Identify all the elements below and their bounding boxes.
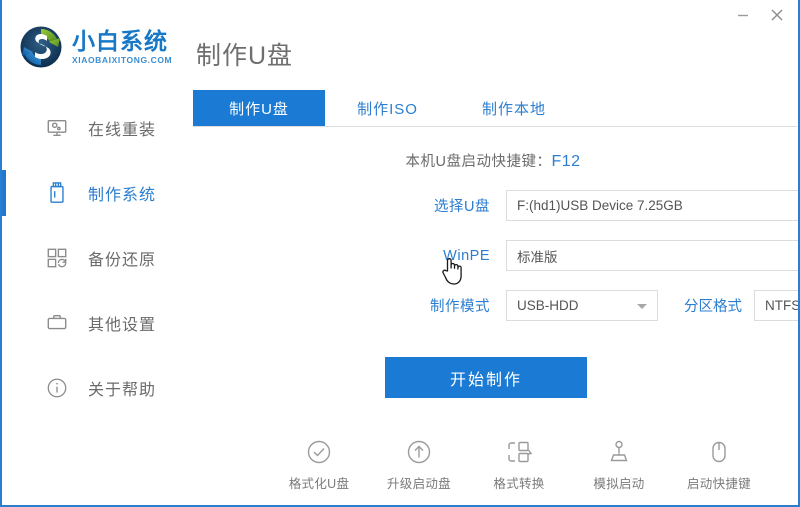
- tab-divider: [193, 126, 797, 127]
- recycle-circle-logo-icon: [16, 22, 66, 72]
- tab-make-iso[interactable]: 制作ISO: [325, 90, 450, 126]
- boot-hotkey-label: 本机U盘启动快捷键：: [405, 154, 552, 170]
- partition-select-value: NTFS: [765, 298, 800, 313]
- toolbox-icon: [44, 310, 70, 336]
- tab-make-local[interactable]: 制作本地: [450, 90, 578, 126]
- sidebar-item-other-settings[interactable]: 其他设置: [2, 290, 188, 355]
- tool-label: 模拟启动: [593, 477, 645, 491]
- tool-label: 格式转换: [493, 477, 545, 491]
- sidebar-item-make-system[interactable]: 制作系统: [2, 160, 188, 225]
- backup-squares-icon: [44, 245, 70, 271]
- main-content: 制作U盘 制作ISO 制作本地 本机U盘启动快捷键：F12 选择U盘 F:(hd…: [188, 0, 798, 505]
- start-make-button[interactable]: 开始制作: [385, 357, 587, 398]
- sidebar-active-indicator: [2, 170, 6, 216]
- sidebar-item-label: 备份还原: [88, 251, 157, 269]
- winpe-select-value: 标准版: [517, 249, 558, 265]
- info-circle-icon: [44, 375, 70, 401]
- format-convert-icon: [504, 437, 534, 467]
- mode-select-value: USB-HDD: [517, 298, 579, 313]
- tool-upgrade-boot-disk[interactable]: 升级启动盘: [384, 437, 454, 492]
- mode-row: 制作模式 USB-HDD 分区格式 NTFS: [420, 290, 800, 321]
- tool-simulate-boot[interactable]: 模拟启动: [584, 437, 654, 492]
- usb-drive-icon: [44, 180, 70, 206]
- tab-bar: 制作U盘 制作ISO 制作本地: [193, 90, 793, 126]
- tab-make-udisk[interactable]: 制作U盘: [193, 90, 325, 126]
- partition-label: 分区格式: [684, 299, 742, 315]
- winpe-row: WinPE 标准版: [420, 240, 798, 271]
- partition-select[interactable]: NTFS: [754, 290, 800, 321]
- bottom-toolbar: 格式化U盘 升级启动盘 格式转换 模拟启动 启动快捷键: [284, 437, 754, 492]
- sidebar-item-label: 在线重装: [88, 121, 157, 139]
- tool-label: 格式化U盘: [288, 477, 350, 491]
- arrow-up-circle-icon: [404, 437, 434, 467]
- check-circle-icon: [304, 437, 334, 467]
- tool-format-udisk[interactable]: 格式化U盘: [284, 437, 354, 492]
- brand-logo: 小白系统 XIAOBAIXITONG.COM: [16, 22, 172, 72]
- udisk-select-value: F:(hd1)USB Device 7.25GB: [517, 198, 683, 213]
- boot-hotkey-value: F12: [551, 153, 581, 170]
- winpe-select[interactable]: 标准版: [506, 240, 798, 271]
- tool-label: 启动快捷键: [686, 477, 751, 491]
- monitor-icon: [44, 115, 70, 141]
- tool-format-convert[interactable]: 格式转换: [484, 437, 554, 492]
- udisk-label: 选择U盘: [434, 199, 490, 215]
- brand-name-cn: 小白系统: [72, 27, 168, 54]
- mode-select[interactable]: USB-HDD: [506, 290, 658, 321]
- sidebar-item-backup-restore[interactable]: 备份还原: [2, 225, 188, 290]
- sidebar-item-label: 制作系统: [88, 186, 157, 204]
- mouse-icon: [704, 437, 734, 467]
- brand-text: 小白系统 XIAOBAIXITONG.COM: [72, 29, 172, 65]
- joystick-icon: [604, 437, 634, 467]
- winpe-label: WinPE: [443, 247, 490, 264]
- sidebar-item-online-reinstall[interactable]: 在线重装: [2, 95, 188, 160]
- boot-hotkey-info: 本机U盘启动快捷键：F12: [188, 150, 798, 171]
- mode-label: 制作模式: [430, 299, 490, 315]
- chevron-down-icon: [637, 303, 647, 309]
- sidebar-item-label: 关于帮助: [88, 381, 157, 399]
- tool-label: 升级启动盘: [386, 477, 451, 491]
- sidebar-item-about-help[interactable]: 关于帮助: [2, 355, 188, 420]
- sidebar: 在线重装 制作系统 备份还原 其他设置 关于帮助: [2, 95, 188, 495]
- udisk-row: 选择U盘 F:(hd1)USB Device 7.25GB: [420, 190, 798, 221]
- tool-boot-hotkey[interactable]: 启动快捷键: [684, 437, 754, 492]
- sidebar-item-label: 其他设置: [88, 316, 157, 334]
- udisk-select[interactable]: F:(hd1)USB Device 7.25GB: [506, 190, 798, 221]
- brand-name-en: XIAOBAIXITONG.COM: [72, 55, 173, 66]
- app-window: 小白系统 XIAOBAIXITONG.COM 制作U盘 在线重装 制作系统 备份…: [0, 0, 800, 507]
